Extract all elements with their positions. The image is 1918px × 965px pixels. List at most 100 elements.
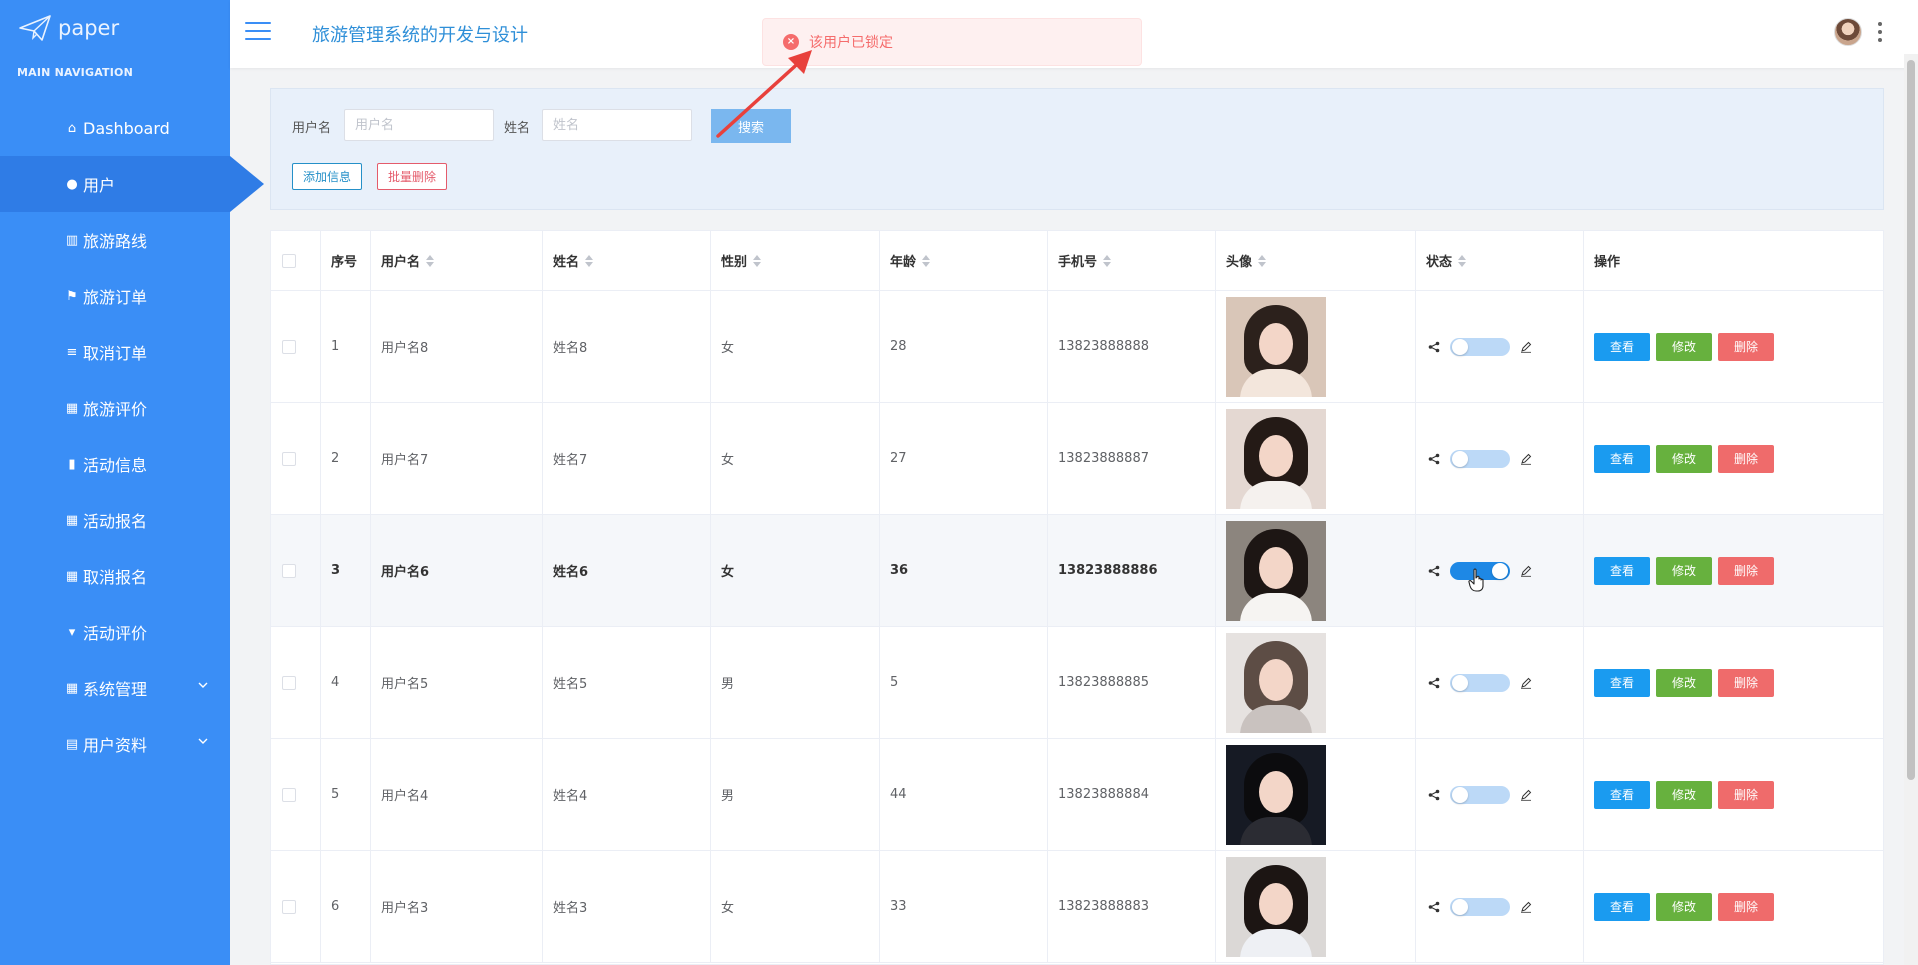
header-status[interactable]: 状态 [1416, 231, 1584, 290]
username-cell: 用户名3 [371, 851, 543, 962]
header-name[interactable]: 姓名 [543, 231, 711, 290]
header-phone[interactable]: 手机号 [1048, 231, 1216, 290]
grid-icon: ▦ [65, 512, 79, 528]
view-button[interactable]: 查看 [1594, 444, 1650, 473]
edit-pen-icon[interactable] [1520, 341, 1532, 353]
edit-button[interactable]: 修改 [1656, 668, 1712, 697]
sidebar-item-users[interactable]: ● 用户 [0, 156, 264, 212]
sort-icon[interactable] [585, 254, 594, 267]
user-avatar-thumbnail[interactable] [1226, 856, 1326, 957]
row-checkbox[interactable] [282, 787, 296, 802]
name-cell: 姓名6 [543, 515, 711, 626]
add-info-button[interactable]: 添加信息 [292, 163, 363, 190]
user-avatar-thumbnail[interactable] [1226, 520, 1326, 621]
view-button[interactable]: 查看 [1594, 668, 1650, 697]
column-header-age: 年龄 [890, 255, 917, 270]
row-checkbox[interactable] [282, 339, 296, 354]
sidebar-item-label: 取消订单 [83, 344, 148, 363]
sidebar-item-cancel-signup[interactable]: ▦ 取消报名 [0, 548, 230, 604]
gender-cell: 女 [711, 851, 880, 962]
header-gender[interactable]: 性别 [711, 231, 880, 290]
edit-button[interactable]: 修改 [1656, 444, 1712, 473]
share-icon[interactable] [1428, 453, 1440, 465]
page-scrollbar[interactable] [1904, 54, 1918, 965]
home-icon: ⌂ [67, 120, 77, 136]
lock-status-toggle[interactable] [1450, 449, 1510, 468]
edit-button[interactable]: 修改 [1656, 780, 1712, 809]
table-row: 4 用户名5 姓名5 男 5 13823888885 查看 修改 删除 [271, 627, 1883, 739]
avatar[interactable] [1834, 18, 1862, 46]
row-checkbox[interactable] [282, 563, 296, 578]
edit-pen-icon[interactable] [1520, 677, 1532, 689]
edit-pen-icon[interactable] [1520, 901, 1532, 913]
menu-toggle-icon[interactable] [245, 22, 271, 42]
share-icon[interactable] [1428, 789, 1440, 801]
sidebar-item-label: 活动信息 [83, 456, 148, 475]
index-cell: 6 [321, 851, 371, 962]
user-avatar-thumbnail[interactable] [1226, 408, 1326, 509]
delete-button[interactable]: 删除 [1718, 780, 1774, 809]
share-icon[interactable] [1428, 677, 1440, 689]
row-checkbox[interactable] [282, 899, 296, 914]
select-all-checkbox[interactable] [282, 253, 296, 268]
delete-button[interactable]: 删除 [1718, 668, 1774, 697]
sidebar-item-routes[interactable]: ▥ 旅游路线 [0, 212, 230, 268]
sidebar-item-dashboard[interactable]: ⌂ Dashboard [0, 100, 230, 156]
view-button[interactable]: 查看 [1594, 332, 1650, 361]
view-button[interactable]: 查看 [1594, 780, 1650, 809]
share-icon[interactable] [1428, 901, 1440, 913]
row-checkbox[interactable] [282, 451, 296, 466]
header-avatar[interactable]: 头像 [1216, 231, 1416, 290]
lock-status-toggle[interactable] [1450, 785, 1510, 804]
sidebar-item-user-profile[interactable]: ▤ 用户资料 [0, 716, 230, 772]
user-avatar-thumbnail[interactable] [1226, 632, 1326, 733]
sort-icon[interactable] [1258, 254, 1267, 267]
sidebar-item-reviews[interactable]: ▦ 旅游评价 [0, 380, 230, 436]
edit-button[interactable]: 修改 [1656, 556, 1712, 585]
edit-button[interactable]: 修改 [1656, 332, 1712, 361]
sort-icon[interactable] [1103, 254, 1112, 267]
status-cell [1416, 403, 1584, 514]
edit-pen-icon[interactable] [1520, 453, 1532, 465]
sort-icon[interactable] [426, 254, 435, 267]
view-button[interactable]: 查看 [1594, 892, 1650, 921]
delete-button[interactable]: 删除 [1718, 444, 1774, 473]
error-toast: × 该用户已锁定 [762, 18, 1142, 66]
scrollbar-thumb[interactable] [1907, 60, 1915, 780]
header-age[interactable]: 年龄 [880, 231, 1048, 290]
lock-status-toggle[interactable] [1450, 337, 1510, 356]
sidebar-item-activities[interactable]: ▮ 活动信息 [0, 436, 230, 492]
sidebar-item-orders[interactable]: ⚑ 旅游订单 [0, 268, 230, 324]
age-cell: 28 [880, 291, 1048, 402]
table-row: 3 用户名6 姓名6 女 36 13823888886 查看 修改 删除 [271, 515, 1883, 627]
more-vertical-icon[interactable] [1878, 22, 1882, 42]
edit-pen-icon[interactable] [1520, 789, 1532, 801]
batch-delete-button[interactable]: 批量删除 [377, 163, 448, 190]
sidebar-item-activity-signup[interactable]: ▦ 活动报名 [0, 492, 230, 548]
user-avatar-thumbnail[interactable] [1226, 296, 1326, 397]
lock-status-toggle[interactable] [1450, 673, 1510, 692]
delete-button[interactable]: 删除 [1718, 332, 1774, 361]
view-button[interactable]: 查看 [1594, 556, 1650, 585]
sort-icon[interactable] [922, 254, 931, 267]
edit-pen-icon[interactable] [1520, 565, 1532, 577]
sidebar-item-cancel-orders[interactable]: ≡ 取消订单 [0, 324, 230, 380]
sidebar-item-system[interactable]: ▦ 系统管理 [0, 660, 230, 716]
sort-icon[interactable] [1458, 254, 1467, 267]
share-icon[interactable] [1428, 565, 1440, 577]
lock-status-toggle[interactable] [1450, 561, 1510, 580]
username-search-input[interactable] [344, 109, 494, 141]
lock-status-toggle[interactable] [1450, 897, 1510, 916]
edit-button[interactable]: 修改 [1656, 892, 1712, 921]
name-search-input[interactable] [542, 109, 692, 141]
sidebar: paper MAIN NAVIGATION ⌂ Dashboard ● 用户 ▥… [0, 0, 264, 965]
delete-button[interactable]: 删除 [1718, 556, 1774, 585]
user-avatar-thumbnail[interactable] [1226, 744, 1326, 845]
sidebar-item-activity-reviews[interactable]: ▾ 活动评价 [0, 604, 230, 660]
row-checkbox[interactable] [282, 675, 296, 690]
search-button[interactable]: 搜索 [711, 109, 791, 143]
delete-button[interactable]: 删除 [1718, 892, 1774, 921]
sort-icon[interactable] [753, 254, 762, 267]
share-icon[interactable] [1428, 341, 1440, 353]
header-username[interactable]: 用户名 [371, 231, 543, 290]
